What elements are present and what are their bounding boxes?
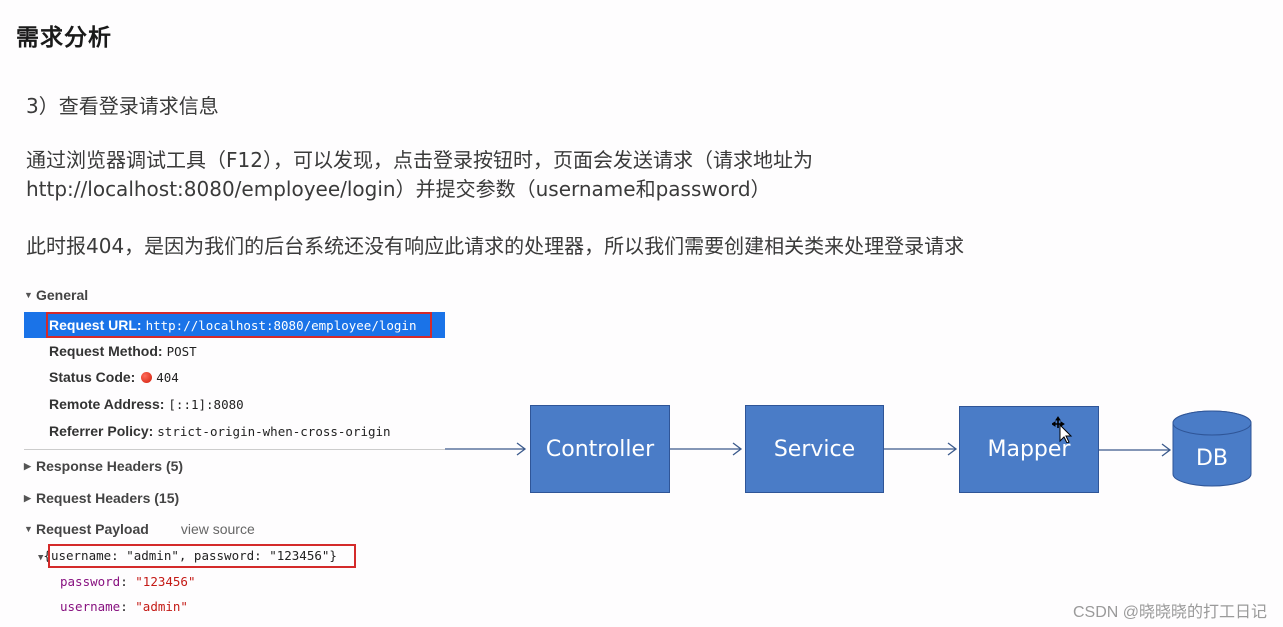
row-key: Request Method: <box>49 343 163 359</box>
db-label: DB <box>1195 445 1229 471</box>
node-label: Service <box>773 436 856 462</box>
general-section-header[interactable]: ▼ General <box>24 287 88 303</box>
section-label: Request Payload <box>36 521 149 537</box>
row-value: POST <box>166 344 197 359</box>
arrow-controller-to-service <box>670 442 743 456</box>
field-key: username <box>60 599 121 614</box>
arrow-mapper-to-db <box>1099 443 1172 457</box>
section-divider <box>24 449 445 450</box>
payload-field: password: "123456" <box>60 574 196 589</box>
node-label: Controller <box>545 436 655 462</box>
csdn-watermark: CSDN @晓晓晓的打工日记 <box>1072 604 1267 621</box>
row-key: Remote Address: <box>49 396 165 412</box>
response-headers-section-header[interactable]: ▶ Response Headers (5) <box>24 458 183 474</box>
arrow-service-to-mapper <box>884 442 958 456</box>
move-cursor-icon <box>1052 416 1073 443</box>
description-paragraph: 通过浏览器调试工具（F12），可以发现，点击登录按钮时，页面会发送请求（请求地址… <box>26 146 813 204</box>
page-title: 需求分析 <box>16 25 112 51</box>
row-key: Status Code: <box>49 369 136 385</box>
status-code-row: Status Code: 404 <box>24 364 445 390</box>
request-payload-section-header[interactable]: ▼ Request Payload view source <box>24 521 255 537</box>
paragraph-line: http://localhost:8080/employee/login）并提交… <box>26 177 771 201</box>
request-headers-section-header[interactable]: ▶ Request Headers (15) <box>24 490 179 506</box>
row-value: [::1]:8080 <box>168 397 244 412</box>
request-method-row: Request Method: POST <box>24 338 445 364</box>
mapper-box: Mapper <box>959 406 1099 493</box>
arrow-devtools-to-controller <box>445 442 527 456</box>
row-value: 404 <box>156 370 179 385</box>
controller-box: Controller <box>530 405 670 493</box>
collapsed-triangle-icon: ▶ <box>24 461 31 471</box>
expanded-triangle-icon: ▼ <box>24 524 33 534</box>
row-key: Referrer Policy: <box>49 423 154 439</box>
view-source-link[interactable]: view source <box>181 521 255 537</box>
payload-field: username: "admin" <box>60 599 188 614</box>
expanded-triangle-icon: ▼ <box>24 290 33 300</box>
section-label: Request Headers (15) <box>36 490 180 506</box>
step-heading: 3）查看登录请求信息 <box>26 94 219 118</box>
paragraph-line: 通过浏览器调试工具（F12），可以发现，点击登录按钮时，页面会发送请求（请求地址… <box>26 148 813 172</box>
row-value: strict-origin-when-cross-origin <box>157 424 391 439</box>
highlight-box <box>48 544 356 568</box>
service-box: Service <box>745 405 884 493</box>
error-explanation-paragraph: 此时报404，是因为我们的后台系统还没有响应此请求的处理器，所以我们需要创建相关… <box>26 234 965 258</box>
remote-address-row: Remote Address: [::1]:8080 <box>24 391 445 417</box>
field-value: "123456" <box>135 574 196 589</box>
status-error-icon <box>141 372 153 383</box>
section-label: General <box>36 287 89 303</box>
section-label: Response Headers (5) <box>36 458 184 474</box>
field-value: "admin" <box>135 599 188 614</box>
collapsed-triangle-icon: ▶ <box>24 493 31 503</box>
referrer-policy-row: Referrer Policy: strict-origin-when-cross… <box>24 418 445 444</box>
highlight-box <box>46 312 432 338</box>
field-key: password <box>60 574 121 589</box>
